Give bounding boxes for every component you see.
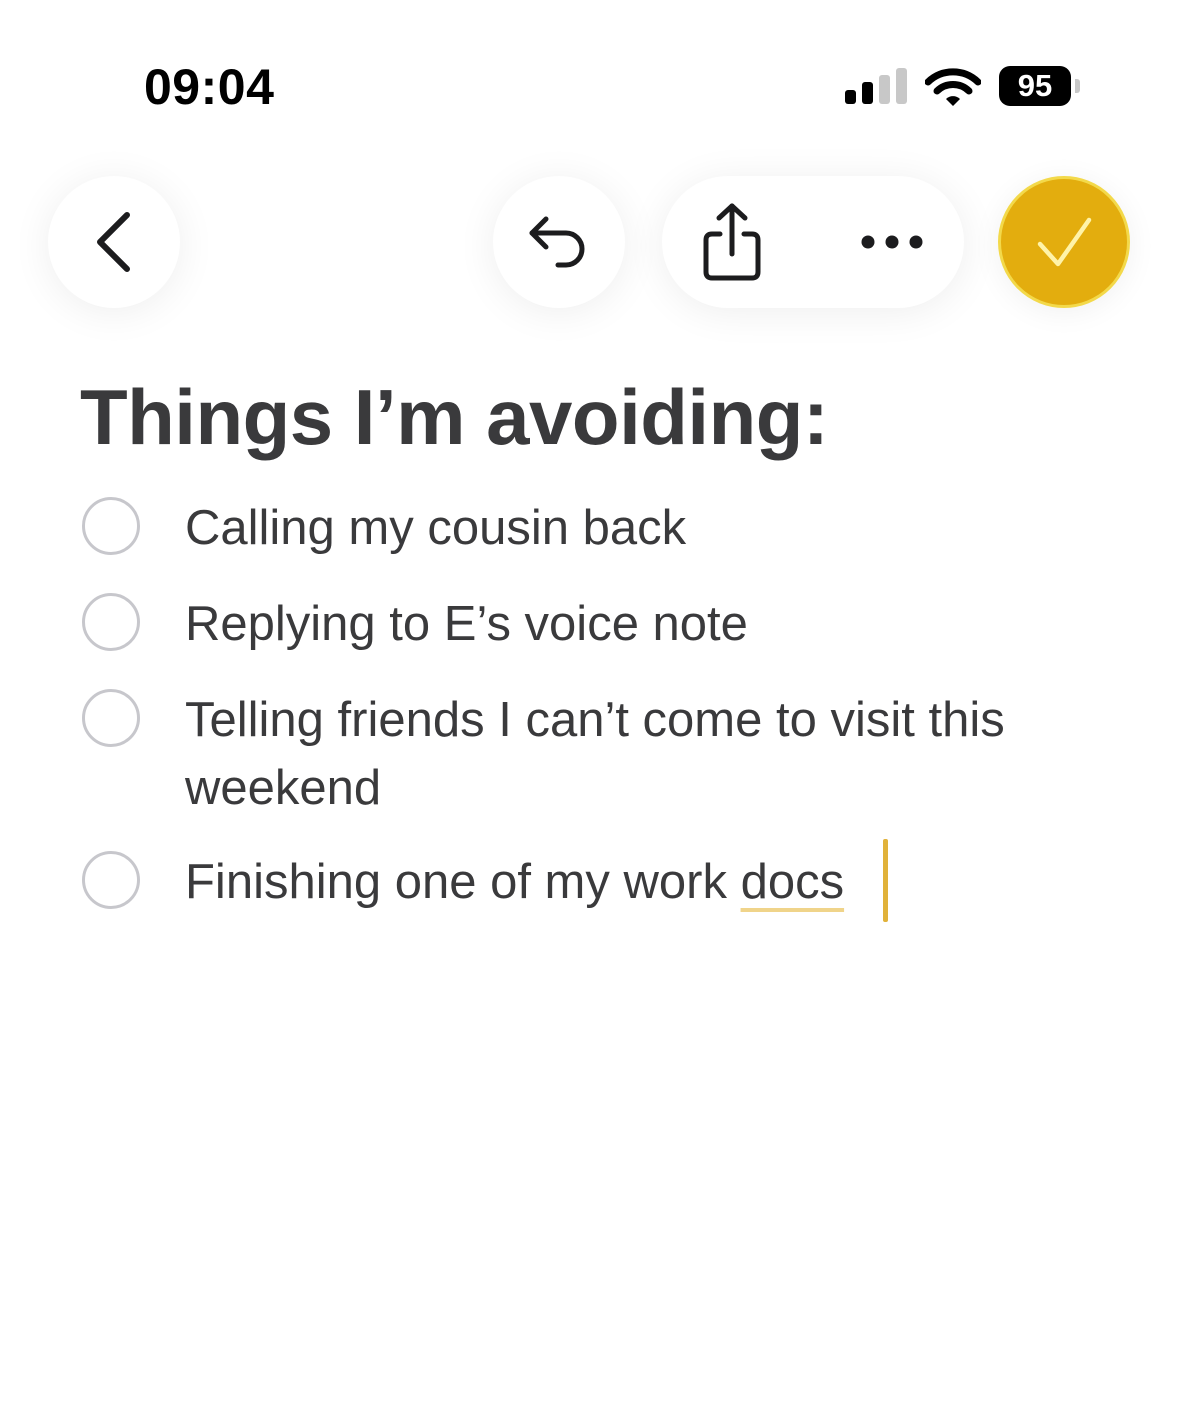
checklist-item-text[interactable]: Calling my cousin back: [185, 494, 1085, 562]
checkbox-circle[interactable]: [82, 689, 140, 747]
spellcheck-underlined-word[interactable]: docs: [741, 855, 845, 909]
checklist-item-text[interactable]: Telling friends I can’t come to visit th…: [185, 686, 1085, 822]
notes-screen: 09:04 95 Things I’m avoiding: Calling my…: [0, 0, 1179, 1407]
back-button[interactable]: [48, 176, 180, 308]
cellular-signal-icon: [845, 68, 907, 104]
battery-indicator: 95: [999, 66, 1071, 106]
actions-pill: [662, 176, 964, 308]
checklist-item-text[interactable]: Replying to E’s voice note: [185, 590, 1085, 658]
checkbox-circle[interactable]: [82, 851, 140, 909]
note-title[interactable]: Things I’m avoiding:: [80, 372, 829, 463]
battery-terminal: [1075, 79, 1080, 93]
checklist-item-text[interactable]: Finishing one of my work docs: [185, 848, 1085, 916]
share-button[interactable]: [682, 176, 782, 308]
wifi-icon: [925, 68, 981, 106]
chevron-left-icon: [97, 212, 130, 272]
checkbox-circle[interactable]: [82, 593, 140, 651]
undo-icon: [529, 216, 585, 268]
checkmark-icon: [1037, 217, 1092, 267]
done-button[interactable]: [998, 176, 1130, 308]
checklist-item-text-part: Finishing one of my work: [185, 855, 741, 909]
text-cursor: [883, 839, 888, 922]
undo-button[interactable]: [493, 176, 625, 308]
share-icon: [703, 203, 761, 281]
more-button[interactable]: [842, 176, 942, 308]
ellipsis-icon: [861, 235, 923, 249]
status-time: 09:04: [144, 59, 275, 115]
checkbox-circle[interactable]: [82, 497, 140, 555]
